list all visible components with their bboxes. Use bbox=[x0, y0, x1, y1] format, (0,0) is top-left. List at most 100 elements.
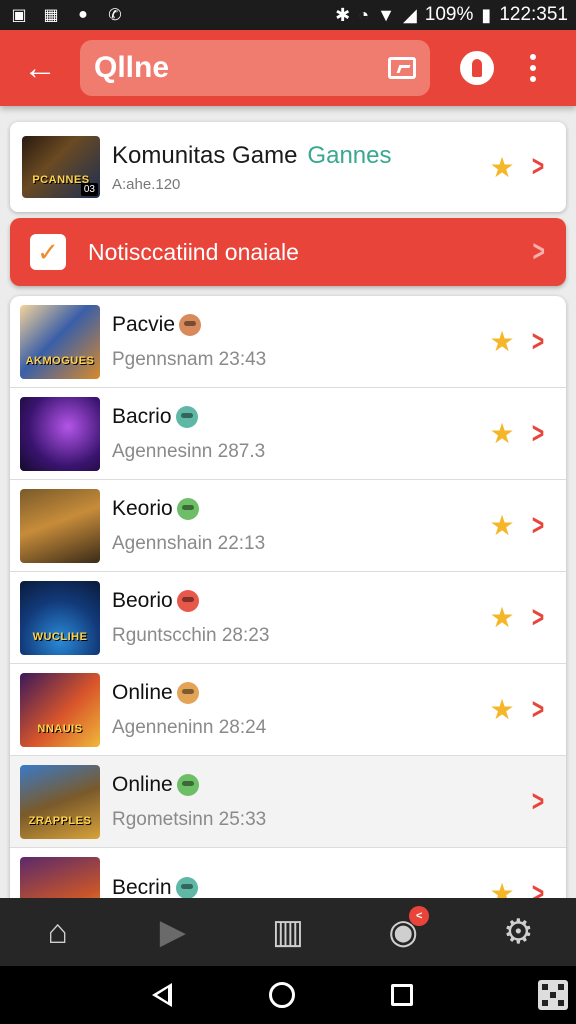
nav-messages[interactable]: ◉ < bbox=[373, 902, 433, 962]
thumbnail-badge: 03 bbox=[80, 183, 98, 196]
avatar bbox=[176, 773, 199, 796]
content-area: PCANNES 03 Komunitas Game Gannes A:ahe.12… bbox=[0, 106, 576, 898]
chevron-right-icon[interactable]: > bbox=[527, 150, 549, 184]
game-row[interactable]: Keorio Agennshain 22:13 ★ > bbox=[10, 480, 566, 572]
game-subtitle: Agennesinn 287.3 bbox=[112, 440, 266, 462]
avatar bbox=[175, 405, 198, 428]
wifi-alt-icon: ◔ bbox=[358, 4, 370, 25]
thumbnail-title: WUCLIHE bbox=[32, 630, 88, 643]
nav-library[interactable]: ▥ bbox=[258, 902, 318, 962]
game-row[interactable]: Becrin ★ > bbox=[10, 848, 566, 898]
bluetooth-icon: ✱ bbox=[335, 4, 351, 25]
star-icon[interactable]: ★ bbox=[482, 417, 522, 450]
battery-percent: 109% bbox=[424, 4, 474, 25]
game-row[interactable]: Bacrio Agennesinn 287.3 ★ > bbox=[10, 388, 566, 480]
back-arrow-icon: ← bbox=[23, 48, 57, 87]
avatar bbox=[175, 876, 198, 898]
community-accent: Gannes bbox=[307, 141, 392, 169]
game-row[interactable]: ZRAPPLES Online Rgometsinn 25:33 ★ > bbox=[10, 756, 566, 848]
system-recents-button[interactable] bbox=[342, 984, 462, 1006]
back-button[interactable]: ← bbox=[0, 30, 80, 106]
nav-settings[interactable]: ⚙ bbox=[488, 902, 548, 962]
game-title: Bacrio bbox=[112, 404, 172, 428]
game-title: Keorio bbox=[112, 496, 173, 520]
chevron-right-icon[interactable]: > bbox=[527, 877, 549, 899]
community-subtitle: A:ahe.120 bbox=[112, 175, 181, 193]
battery-icon: ▮ bbox=[481, 4, 492, 25]
wifi-icon: ▼ bbox=[377, 4, 395, 25]
chevron-right-icon[interactable]: > bbox=[527, 509, 549, 543]
game-subtitle: Agenneninn 28:24 bbox=[112, 716, 267, 738]
back-triangle-icon bbox=[152, 983, 172, 1007]
game-title: Online bbox=[112, 680, 173, 704]
phone-icon: ✆ bbox=[108, 7, 122, 24]
game-thumbnail: ZRAPPLES bbox=[20, 764, 100, 839]
bottom-navigation: ⌂ ▶ ▥ ◉ < ⚙ bbox=[0, 898, 576, 966]
chevron-right-icon[interactable]: > bbox=[527, 417, 549, 451]
system-back-button[interactable] bbox=[102, 983, 222, 1007]
check-icon[interactable]: ✓ bbox=[30, 234, 66, 270]
game-subtitle: Pgennsnam 23:43 bbox=[112, 348, 267, 370]
home-icon: ⌂ bbox=[47, 912, 68, 951]
star-icon[interactable]: ★ bbox=[482, 509, 522, 542]
community-name: Komunitas Game bbox=[112, 141, 298, 169]
gallery-icon: ▦ bbox=[43, 7, 59, 24]
search-field[interactable]: Qllne bbox=[80, 40, 430, 96]
avatar bbox=[179, 313, 202, 336]
game-thumbnail bbox=[20, 488, 100, 563]
avatar bbox=[176, 681, 199, 704]
game-thumbnail: WUCLIHE bbox=[20, 580, 100, 655]
game-row[interactable]: NNAUIS Online Agenneninn 28:24 ★ > bbox=[10, 664, 566, 756]
game-title: Pacvie bbox=[112, 312, 176, 336]
chevron-right-icon[interactable]: > bbox=[527, 325, 549, 359]
chevron-right-icon[interactable]: > bbox=[533, 235, 545, 269]
nav-play[interactable]: ▶ bbox=[143, 902, 203, 962]
notification-icons: ▣ ▦ ● ✆ bbox=[8, 5, 126, 25]
cast-icon[interactable] bbox=[388, 57, 416, 79]
profile-button[interactable] bbox=[460, 51, 494, 85]
notification-banner[interactable]: ✓ Notisccatiind onaiale > bbox=[10, 218, 566, 286]
chevron-right-icon[interactable]: > bbox=[527, 785, 549, 819]
star-icon[interactable]: ★ bbox=[482, 151, 522, 184]
thumbnail-title: NNAUIS bbox=[37, 722, 83, 735]
star-icon[interactable]: ★ bbox=[482, 693, 522, 726]
nav-home[interactable]: ⌂ bbox=[28, 902, 88, 962]
game-title: Online bbox=[112, 772, 173, 796]
qr-code-icon[interactable] bbox=[538, 980, 568, 1010]
home-circle-icon bbox=[269, 982, 295, 1008]
game-thumbnail: AKMOGUES bbox=[20, 304, 100, 379]
chevron-right-icon[interactable]: > bbox=[527, 601, 549, 635]
notification-label: Notisccatiind onaiale bbox=[88, 238, 299, 265]
image-icon: ▣ bbox=[11, 7, 27, 24]
game-thumbnail bbox=[20, 856, 100, 898]
game-row[interactable]: AKMOGUES Pacvie Pgennsnam 23:43 ★ > bbox=[10, 296, 566, 388]
clock: 122:351 bbox=[499, 4, 568, 25]
chevron-right-icon[interactable]: > bbox=[527, 693, 549, 727]
game-title: Beorio bbox=[112, 588, 173, 612]
star-icon[interactable]: ★ bbox=[482, 325, 522, 358]
more-options-button[interactable] bbox=[530, 54, 536, 82]
notification-badge: < bbox=[409, 906, 430, 926]
system-navigation bbox=[0, 966, 576, 1024]
community-card[interactable]: PCANNES 03 Komunitas Game Gannes A:ahe.12… bbox=[10, 122, 566, 212]
avatar bbox=[176, 497, 199, 520]
game-subtitle: Rgometsinn 25:33 bbox=[112, 808, 267, 830]
thumbnail-title: AKMOGUES bbox=[25, 354, 95, 367]
system-home-button[interactable] bbox=[222, 982, 342, 1008]
star-icon[interactable]: ★ bbox=[482, 877, 522, 898]
game-row[interactable]: WUCLIHE Beorio Rguntscchin 28:23 ★ > bbox=[10, 572, 566, 664]
community-thumbnail: PCANNES 03 bbox=[22, 136, 100, 198]
game-title: Becrin bbox=[112, 875, 172, 899]
thumbnail-title: ZRAPPLES bbox=[28, 814, 92, 827]
signal-icon: ◢ bbox=[402, 4, 417, 25]
game-thumbnail: NNAUIS bbox=[20, 672, 100, 747]
recents-square-icon bbox=[391, 984, 413, 1006]
library-icon: ▥ bbox=[271, 913, 305, 951]
play-icon: ▶ bbox=[159, 913, 186, 951]
status-bar: ▣ ▦ ● ✆ ✱ ◔ ▼ ◢ 109% ▮ 122:351 bbox=[0, 0, 576, 30]
star-icon[interactable]: ★ bbox=[482, 601, 522, 634]
search-text: Qllne bbox=[94, 51, 170, 84]
game-subtitle: Rguntscchin 28:23 bbox=[112, 624, 270, 646]
avatar bbox=[176, 589, 199, 612]
messenger-icon: ● bbox=[78, 6, 88, 23]
